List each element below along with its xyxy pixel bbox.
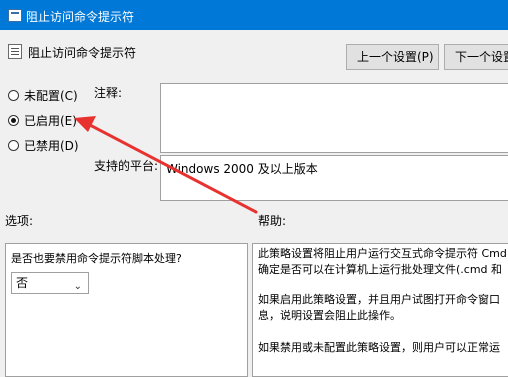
annotation-arrow (74, 116, 258, 214)
arrow-head (74, 116, 96, 132)
arrow-shaft (86, 122, 258, 214)
